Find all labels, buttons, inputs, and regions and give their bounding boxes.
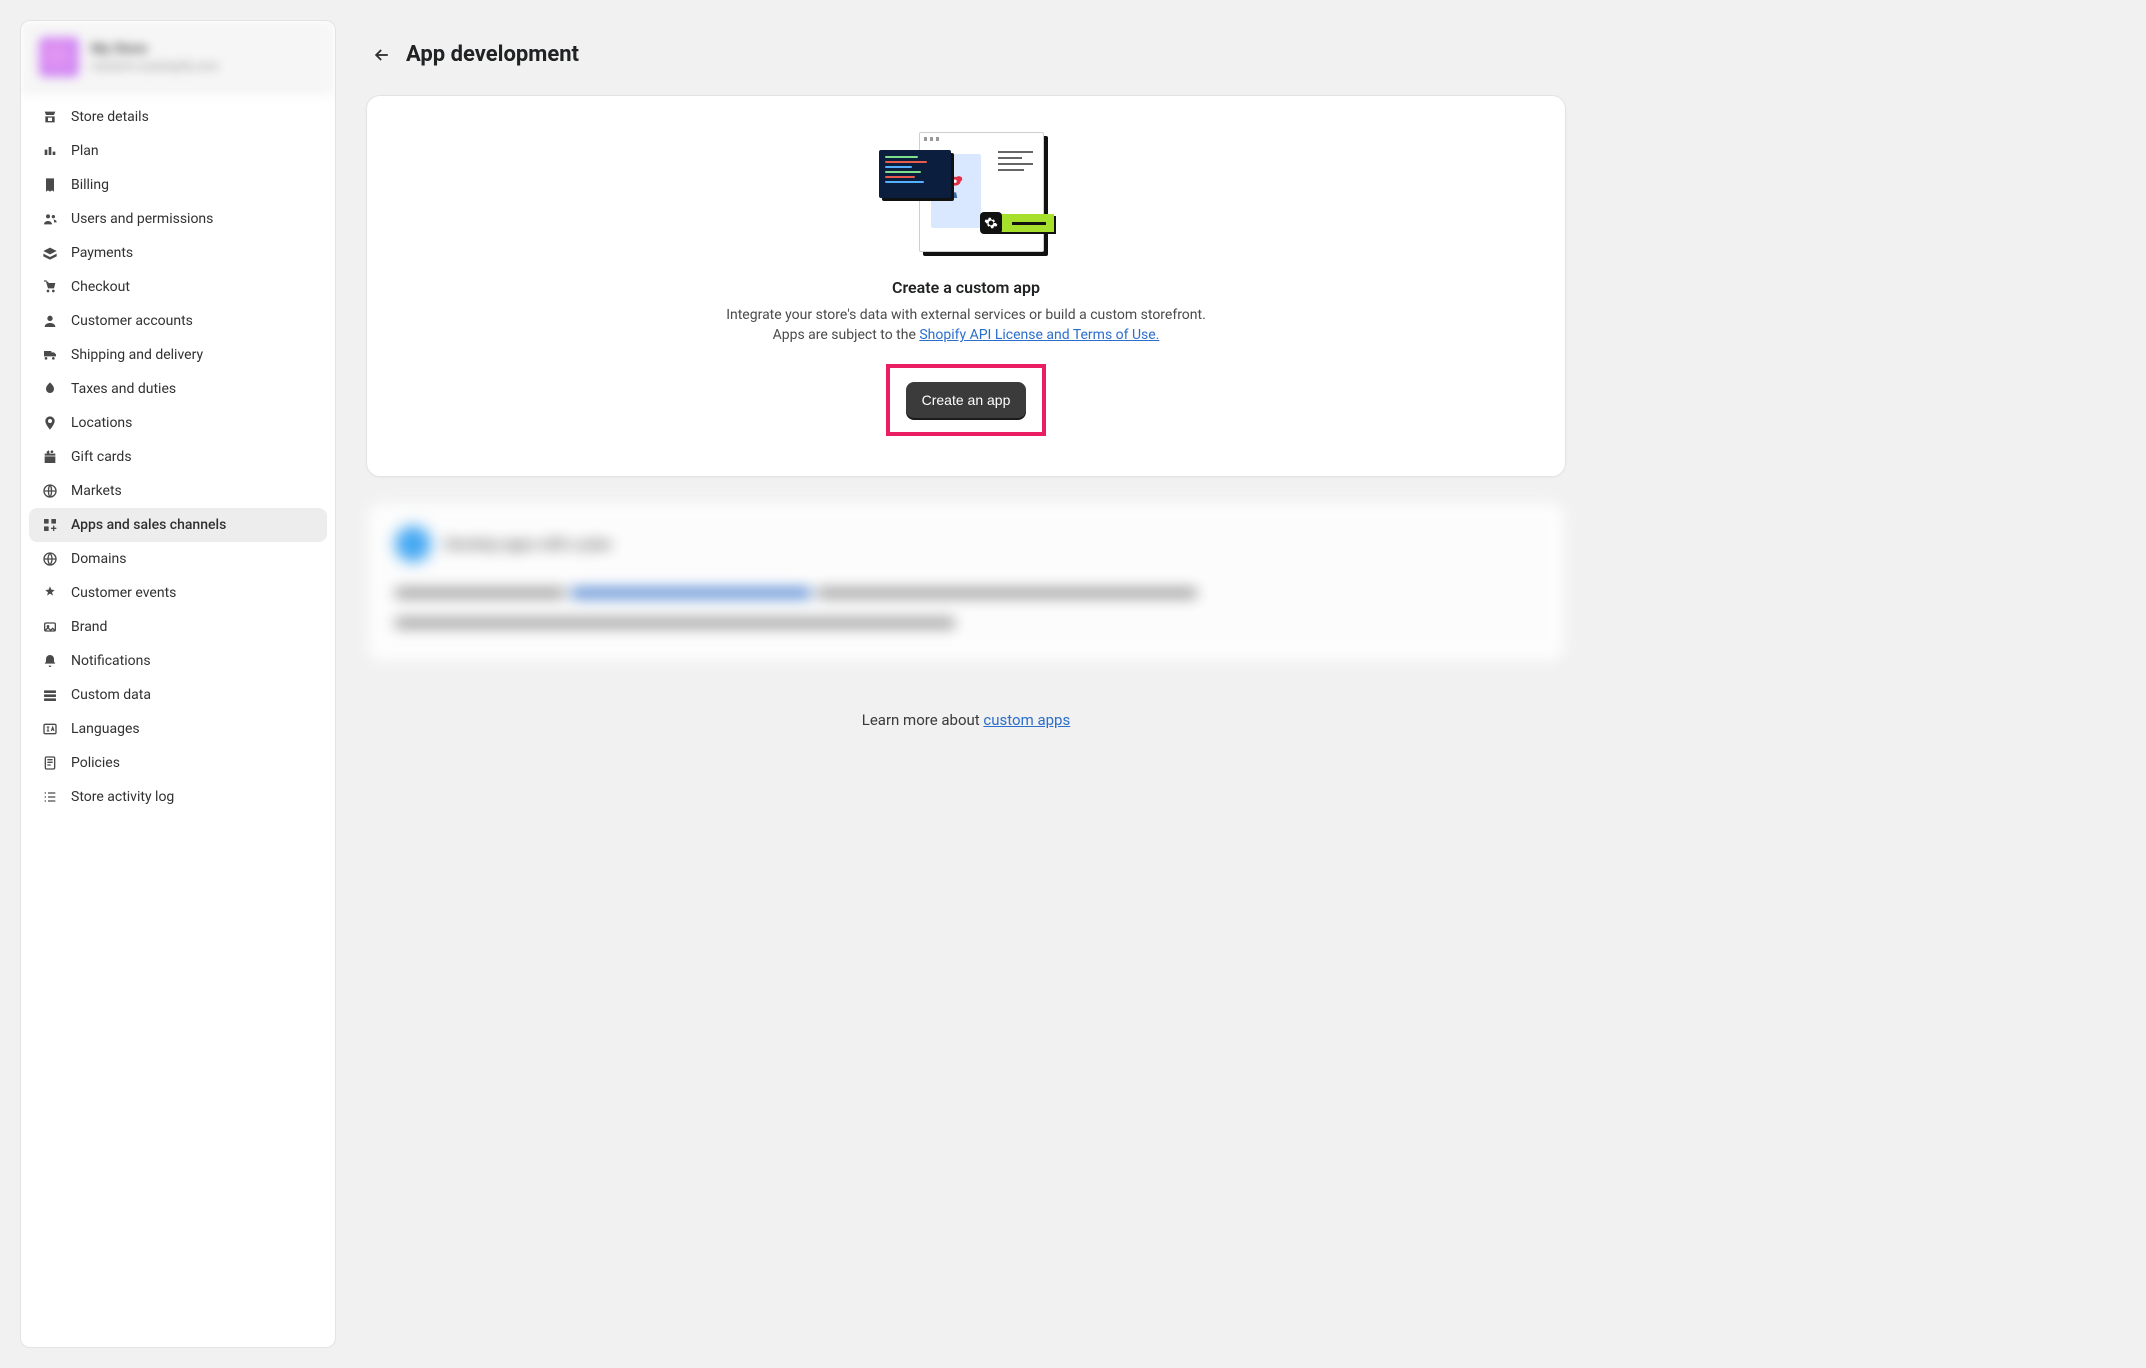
domains-icon [41,550,59,568]
sidebar-item-notifications[interactable]: Notifications [29,644,327,678]
taxes-icon [41,380,59,398]
sidebar-item-plan[interactable]: Plan [29,134,327,168]
sidebar-item-markets[interactable]: Markets [29,474,327,508]
create-app-card: Create a custom app Integrate your store… [366,95,1566,477]
back-button[interactable] [370,43,394,67]
activity-icon [41,788,59,806]
apps-icon [41,516,59,534]
sidebar-item-label: Brand [71,619,315,635]
sidebar-item-label: Plan [71,143,315,159]
sidebar-nav: Store details Plan Billing Users and permis… [21,94,335,826]
secondary-card-blurred: Develop apps with a plan [366,501,1566,663]
sidebar-item-label: Gift cards [71,449,315,465]
hero-illustration [879,132,1054,262]
sidebar-item-label: Notifications [71,653,315,669]
plan-icon [41,142,59,160]
sidebar-item-apps[interactable]: Apps and sales channels [29,508,327,542]
custom-apps-link[interactable]: custom apps [983,711,1070,729]
languages-icon [41,720,59,738]
page-title: App development [406,42,579,67]
notifications-icon [41,652,59,670]
sidebar-item-billing[interactable]: Billing [29,168,327,202]
sidebar-item-label: Customer accounts [71,313,315,329]
sidebar-item-label: Taxes and duties [71,381,315,397]
hero-title: Create a custom app [892,278,1040,297]
customdata-icon [41,686,59,704]
checkout-icon [41,278,59,296]
sidebar-item-taxes[interactable]: Taxes and duties [29,372,327,406]
hero-description: Integrate your store's data with externa… [716,305,1216,346]
learn-more: Learn more about custom apps [366,663,1566,759]
sidebar-item-activity[interactable]: Store activity log [29,780,327,814]
locations-icon [41,414,59,432]
sidebar-item-label: Users and permissions [71,211,315,227]
arrow-left-icon [372,45,392,65]
sidebar-item-gift[interactable]: Gift cards [29,440,327,474]
sidebar-item-customer[interactable]: Customer accounts [29,304,327,338]
highlight-box: Create an app [886,364,1047,436]
api-license-link[interactable]: Shopify API License and Terms of Use. [919,327,1159,343]
sidebar-item-users[interactable]: Users and permissions [29,202,327,236]
sidebar-item-store[interactable]: Store details [29,100,327,134]
sidebar-item-label: Shipping and delivery [71,347,315,363]
sidebar-item-payments[interactable]: Payments [29,236,327,270]
sidebar-item-label: Languages [71,721,315,737]
store-header[interactable]: My Store mystore.myshopify.com [21,21,335,94]
sidebar-item-label: Policies [71,755,315,771]
store-icon [41,108,59,126]
sidebar-item-label: Store activity log [71,789,315,805]
gift-icon [41,448,59,466]
sidebar-item-label: Checkout [71,279,315,295]
store-avatar [39,37,79,77]
sidebar-item-languages[interactable]: Languages [29,712,327,746]
store-name: My Store [91,41,219,57]
main-content: App development [366,20,1566,1348]
sidebar-item-label: Locations [71,415,315,431]
sidebar-item-brand[interactable]: Brand [29,610,327,644]
sidebar-item-label: Store details [71,109,315,125]
sidebar-item-customdata[interactable]: Custom data [29,678,327,712]
sidebar-item-locations[interactable]: Locations [29,406,327,440]
sidebar-item-label: Markets [71,483,315,499]
sidebar-item-policies[interactable]: Policies [29,746,327,780]
markets-icon [41,482,59,500]
sidebar-item-label: Payments [71,245,315,261]
policies-icon [41,754,59,772]
sidebar-item-label: Domains [71,551,315,567]
shipping-icon [41,346,59,364]
sidebar-item-label: Billing [71,177,315,193]
payments-icon [41,244,59,262]
events-icon [41,584,59,602]
sidebar-item-label: Apps and sales channels [71,517,315,533]
users-icon [41,210,59,228]
store-url: mystore.myshopify.com [91,59,219,73]
page-header: App development [366,20,1566,95]
billing-icon [41,176,59,194]
sidebar-item-domains[interactable]: Domains [29,542,327,576]
sidebar-item-label: Customer events [71,585,315,601]
create-app-button[interactable]: Create an app [906,382,1027,418]
sidebar-item-label: Custom data [71,687,315,703]
sidebar-item-events[interactable]: Customer events [29,576,327,610]
customer-icon [41,312,59,330]
sidebar-item-shipping[interactable]: Shipping and delivery [29,338,327,372]
brand-icon [41,618,59,636]
sidebar-item-checkout[interactable]: Checkout [29,270,327,304]
settings-sidebar: My Store mystore.myshopify.com Store det… [20,20,336,1348]
